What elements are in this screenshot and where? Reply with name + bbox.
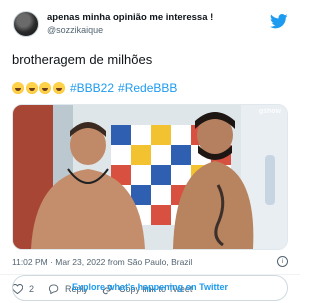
laughing-emoji-icon bbox=[52, 82, 65, 94]
tweet-card: apenas minha opinião me interessa ! @soz… bbox=[0, 0, 300, 294]
avatar[interactable] bbox=[13, 11, 39, 37]
gshow-watermark: gshow bbox=[258, 108, 281, 115]
laughing-emoji-icon bbox=[12, 82, 24, 94]
handle[interactable]: @sozzikaique bbox=[47, 24, 270, 37]
twitter-bird-icon[interactable] bbox=[270, 13, 288, 29]
emoji-and-hashtags: #BBB22 #RedeBBB bbox=[12, 79, 288, 97]
laughing-emoji-icon bbox=[39, 82, 51, 94]
hashtag-redebbb[interactable]: #RedeBBB bbox=[118, 81, 177, 95]
tweet-text: brotheragem de milhões bbox=[12, 52, 153, 67]
laughing-emoji-icon bbox=[25, 82, 38, 94]
display-name[interactable]: apenas minha opinião me interessa ! bbox=[47, 11, 270, 24]
author-names: apenas minha opinião me interessa ! @soz… bbox=[47, 11, 270, 37]
tweet-timestamp[interactable]: 11:02 PM · Mar 23, 2022 from São Paulo, … bbox=[12, 257, 277, 267]
tweet-header: apenas minha opinião me interessa ! @soz… bbox=[12, 10, 288, 38]
photo-scene bbox=[13, 105, 287, 249]
tweet-metadata: 11:02 PM · Mar 23, 2022 from São Paulo, … bbox=[12, 256, 288, 267]
info-icon[interactable]: i bbox=[277, 256, 288, 267]
explore-button[interactable]: Explore what's happening on Twitter bbox=[12, 275, 288, 301]
tweet-photo[interactable]: gshow bbox=[12, 104, 288, 250]
hashtag-bbb22[interactable]: #BBB22 bbox=[70, 81, 114, 95]
